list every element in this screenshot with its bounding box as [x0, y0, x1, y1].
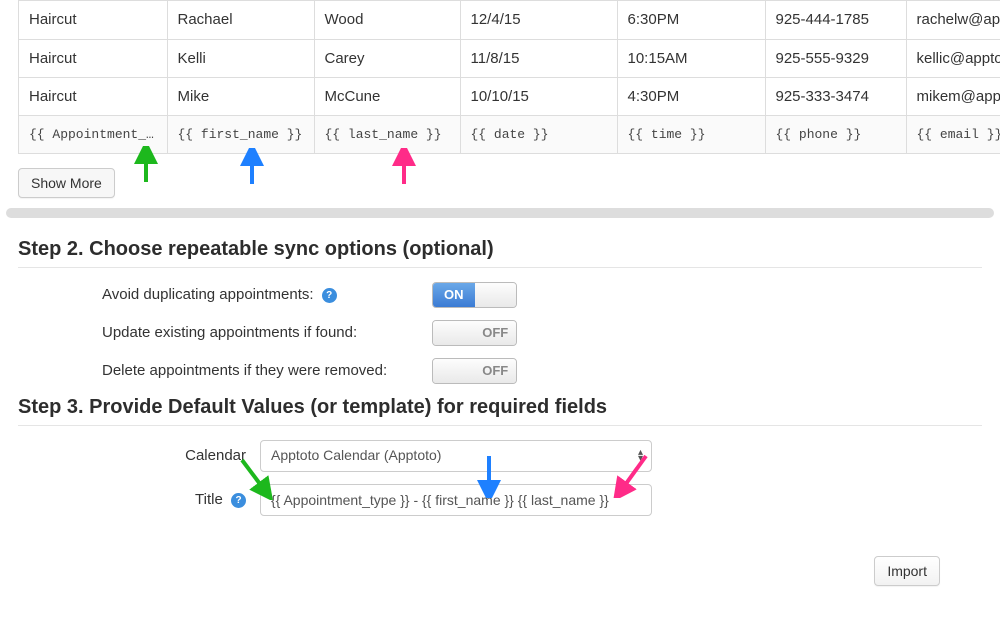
table-placeholder-row[interactable]: {{ Appointment_typ… {{ first_name }} {{ … — [19, 115, 1000, 153]
delete-removed-label: Delete appointments if they were removed… — [102, 362, 387, 379]
cell-first: Kelli — [167, 39, 314, 77]
calendar-select-value: Apptoto Calendar (Apptoto) — [271, 447, 441, 463]
table-row: Haircut Kelli Carey 11/8/15 10:15AM 925-… — [19, 39, 1000, 77]
table-row: Haircut Rachael Wood 12/4/15 6:30PM 925-… — [19, 1, 1000, 39]
cell-type: Haircut — [19, 77, 167, 115]
avoid-dup-toggle[interactable]: ON — [432, 282, 517, 308]
divider — [18, 267, 982, 268]
toggle-on-label: ON — [433, 283, 475, 307]
divider — [18, 425, 982, 426]
update-existing-label: Update existing appointments if found: — [102, 324, 357, 341]
avoid-dup-label: Avoid duplicating appointments: — [102, 286, 314, 303]
cell-last: Carey — [314, 39, 460, 77]
placeholder-date[interactable]: {{ date }} — [460, 115, 617, 153]
cell-first: Rachael — [167, 1, 314, 39]
placeholder-first[interactable]: {{ first_name }} — [167, 115, 314, 153]
help-icon[interactable]: ? — [231, 493, 246, 508]
placeholder-time[interactable]: {{ time }} — [617, 115, 765, 153]
update-existing-toggle[interactable]: OFF — [432, 320, 517, 346]
show-more-button[interactable]: Show More — [18, 168, 115, 198]
cell-first: Mike — [167, 77, 314, 115]
calendar-select[interactable]: Apptoto Calendar (Apptoto) ▴▾ — [260, 440, 652, 472]
title-input[interactable] — [260, 484, 652, 516]
placeholder-phone[interactable]: {{ phone }} — [765, 115, 906, 153]
placeholder-last[interactable]: {{ last_name }} — [314, 115, 460, 153]
help-icon[interactable]: ? — [322, 288, 337, 303]
cell-email: kellic@apptoto — [906, 39, 1000, 77]
step3-heading: Step 3. Provide Default Values (or templ… — [18, 396, 1000, 419]
import-button[interactable]: Import — [874, 556, 940, 586]
toggle-off-label: OFF — [475, 321, 517, 345]
placeholder-email[interactable]: {{ email }} — [906, 115, 1000, 153]
step2-heading: Step 2. Choose repeatable sync options (… — [18, 238, 1000, 261]
toggle-knob — [433, 359, 475, 383]
toggle-knob — [433, 321, 475, 345]
toggle-off-label: OFF — [475, 359, 517, 383]
title-label: Title — [195, 491, 223, 508]
calendar-label: Calendar — [0, 447, 260, 464]
cell-phone: 925-444-1785 — [765, 1, 906, 39]
cell-time: 10:15AM — [617, 39, 765, 77]
cell-date: 10/10/15 — [460, 77, 617, 115]
chevron-updown-icon: ▴▾ — [638, 450, 643, 462]
cell-date: 11/8/15 — [460, 39, 617, 77]
cell-last: Wood — [314, 1, 460, 39]
cell-email: rachelw@appt — [906, 1, 1000, 39]
cell-last: McCune — [314, 77, 460, 115]
table-row: Haircut Mike McCune 10/10/15 4:30PM 925-… — [19, 77, 1000, 115]
cell-phone: 925-555-9329 — [765, 39, 906, 77]
cell-date: 12/4/15 — [460, 1, 617, 39]
toggle-knob — [475, 283, 517, 307]
placeholder-type[interactable]: {{ Appointment_typ… — [19, 115, 167, 153]
appointments-table: Haircut Rachael Wood 12/4/15 6:30PM 925-… — [18, 0, 1000, 154]
cell-time: 6:30PM — [617, 1, 765, 39]
delete-removed-toggle[interactable]: OFF — [432, 358, 517, 384]
cell-type: Haircut — [19, 39, 167, 77]
cell-time: 4:30PM — [617, 77, 765, 115]
cell-type: Haircut — [19, 1, 167, 39]
cell-email: mikem@appto — [906, 77, 1000, 115]
cell-phone: 925-333-3474 — [765, 77, 906, 115]
horizontal-scrollbar[interactable] — [6, 208, 994, 218]
